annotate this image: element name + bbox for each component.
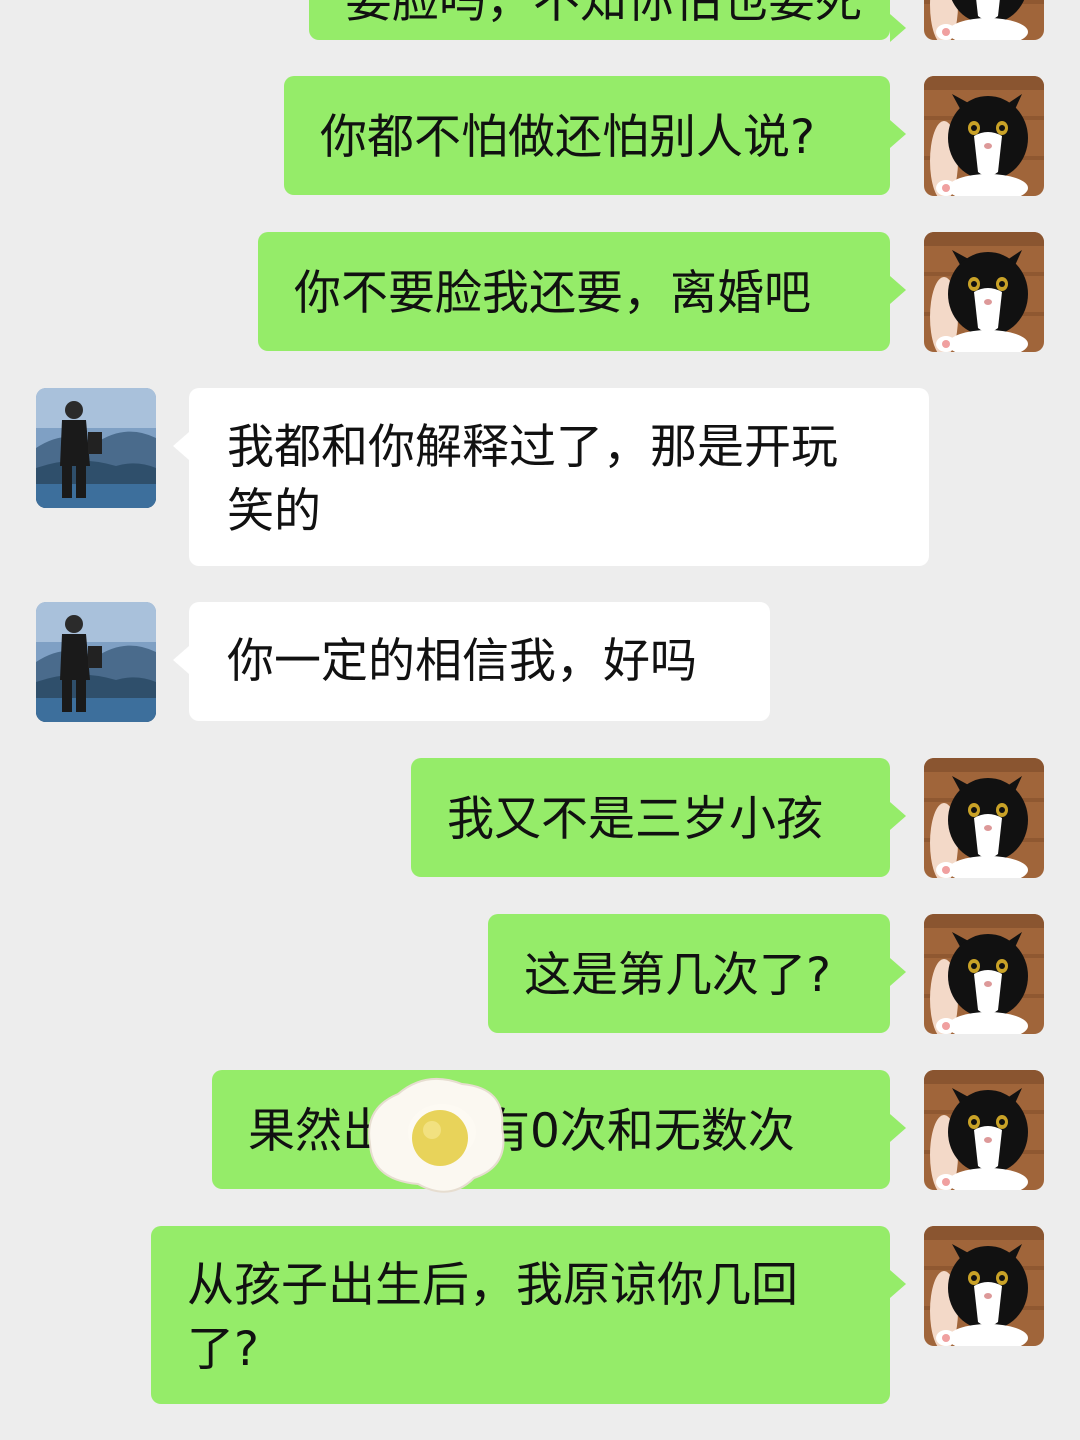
cat-avatar-icon[interactable] <box>924 76 1044 196</box>
message-text: 从孩子出生后，我原谅你几回 了? <box>187 1258 798 1377</box>
their-message-bubble[interactable]: 我都和你解释过了，那是开玩 笑的 <box>189 388 929 566</box>
my-message-bubble[interactable]: 果然出轨只有0次和无数次 <box>212 1070 890 1189</box>
cat-avatar-icon[interactable] <box>924 1226 1044 1346</box>
my-message-bubble[interactable]: 你都不怕做还怕别人说? <box>284 76 890 195</box>
bubble-tail <box>890 802 906 830</box>
fried-egg-icon <box>368 1077 505 1193</box>
cat-avatar-icon[interactable] <box>924 0 1044 40</box>
man-hiking-avatar-icon[interactable] <box>36 388 156 508</box>
message-text: 果然出轨只有0次和无数次 <box>248 1104 795 1159</box>
message-text: 要脸吗，不知你怕也要死 <box>345 0 862 29</box>
message-text: 你都不怕做还怕别人说? <box>320 110 815 165</box>
bubble-tail <box>890 958 906 986</box>
message-text: 我又不是三岁小孩 <box>447 792 823 847</box>
message-text: 你不要脸我还要，离婚吧 <box>294 266 811 321</box>
my-message-bubble[interactable]: 要脸吗，不知你怕也要死 <box>309 0 890 40</box>
cat-avatar-icon[interactable] <box>924 758 1044 878</box>
cat-avatar-icon[interactable] <box>924 914 1044 1034</box>
fried-egg-sticker <box>366 1074 510 1198</box>
bubble-tail <box>890 276 906 304</box>
their-message-bubble[interactable]: 你一定的相信我，好吗 <box>189 602 770 721</box>
cat-avatar-icon[interactable] <box>924 232 1044 352</box>
bubble-tail <box>890 1270 906 1298</box>
my-message-bubble[interactable]: 这是第几次了? <box>488 914 890 1033</box>
cat-avatar-icon[interactable] <box>924 1070 1044 1190</box>
my-message-bubble[interactable]: 我又不是三岁小孩 <box>411 758 890 877</box>
bubble-tail <box>890 120 906 148</box>
bubble-tail <box>890 1114 906 1142</box>
bubble-tail <box>173 646 189 674</box>
message-text: 我都和你解释过了，那是开玩 笑的 <box>227 420 838 539</box>
my-message-bubble[interactable]: 从孩子出生后，我原谅你几回 了? <box>151 1226 890 1404</box>
message-text: 你一定的相信我，好吗 <box>227 634 697 689</box>
bubble-tail <box>890 14 906 42</box>
bubble-tail <box>173 432 189 460</box>
my-message-bubble[interactable]: 你不要脸我还要，离婚吧 <box>258 232 890 351</box>
message-text: 这是第几次了? <box>524 948 831 1003</box>
man-hiking-avatar-icon[interactable] <box>36 602 156 722</box>
